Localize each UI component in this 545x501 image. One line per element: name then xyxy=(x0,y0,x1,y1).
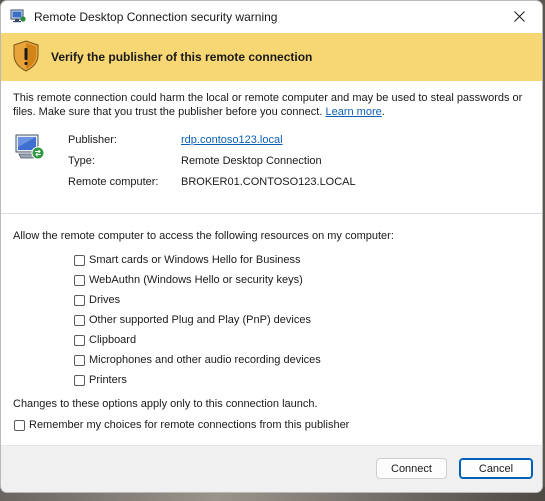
remote-desktop-app-icon xyxy=(10,9,26,23)
learn-more-link[interactable]: Learn more xyxy=(325,106,381,118)
checkbox-box[interactable] xyxy=(14,419,25,431)
resource-checkbox-pnp-devices[interactable]: Other supported Plug and Play (PnP) devi… xyxy=(74,313,311,327)
resource-checkbox-microphones[interactable]: Microphones and other audio recording de… xyxy=(74,353,321,367)
connect-button[interactable]: Connect xyxy=(376,458,447,479)
checkbox-box[interactable] xyxy=(74,314,85,326)
checkbox-box[interactable] xyxy=(74,274,85,286)
warning-end: . xyxy=(381,106,385,118)
checkbox-box[interactable] xyxy=(74,334,85,346)
window-title: Remote Desktop Connection security warni… xyxy=(34,10,278,24)
warning-banner: Verify the publisher of this remote conn… xyxy=(1,33,542,81)
warning-text: This remote connection could harm the lo… xyxy=(13,92,523,118)
checkbox-box[interactable] xyxy=(74,294,85,306)
resource-checkbox-smart-cards[interactable]: Smart cards or Windows Hello for Busines… xyxy=(74,253,301,267)
resource-checkbox-webauthn[interactable]: WebAuthn (Windows Hello or security keys… xyxy=(74,273,303,287)
close-icon xyxy=(513,11,525,22)
resource-checkbox-drives[interactable]: Drives xyxy=(74,293,120,307)
checkbox-label[interactable]: Microphones and other audio recording de… xyxy=(89,354,321,366)
resource-checkbox-clipboard[interactable]: Clipboard xyxy=(74,333,136,347)
security-warning-dialog: Remote Desktop Connection security warni… xyxy=(0,0,543,493)
close-button[interactable] xyxy=(496,1,542,32)
remote-computer-icon xyxy=(15,134,45,160)
checkbox-label[interactable]: Smart cards or Windows Hello for Busines… xyxy=(89,254,301,266)
cancel-button[interactable]: Cancel xyxy=(459,458,533,479)
banner-heading: Verify the publisher of this remote conn… xyxy=(51,50,313,64)
publisher-label: Publisher: xyxy=(68,134,117,146)
resource-checkbox-printers[interactable]: Printers xyxy=(74,373,127,387)
checkbox-label[interactable]: Clipboard xyxy=(89,334,136,346)
warning-message: This remote connection could harm the lo… xyxy=(13,91,531,119)
checkbox-label[interactable]: WebAuthn (Windows Hello or security keys… xyxy=(89,274,303,286)
type-value: Remote Desktop Connection xyxy=(181,155,322,167)
checkbox-label[interactable]: Drives xyxy=(89,294,120,306)
checkbox-box[interactable] xyxy=(74,254,85,266)
checkbox-label[interactable]: Printers xyxy=(89,374,127,386)
checkbox-label[interactable]: Other supported Plug and Play (PnP) devi… xyxy=(89,314,311,326)
checkbox-box[interactable] xyxy=(74,374,85,386)
section-divider xyxy=(1,213,542,214)
checkbox-box[interactable] xyxy=(74,354,85,366)
button-bar: Connect Cancel xyxy=(1,445,542,492)
resources-intro: Allow the remote computer to access the … xyxy=(13,230,394,242)
title-bar: Remote Desktop Connection security warni… xyxy=(1,1,542,32)
remote-computer-label: Remote computer: xyxy=(68,176,159,188)
remote-computer-value: BROKER01.CONTOSO123.LOCAL xyxy=(181,176,356,188)
launch-note: Changes to these options apply only to t… xyxy=(13,398,318,410)
checkbox-label[interactable]: Remember my choices for remote connectio… xyxy=(29,419,349,431)
publisher-link[interactable]: rdp.contoso123.local xyxy=(181,134,283,146)
shield-warning-icon xyxy=(13,40,39,72)
remember-choices-checkbox[interactable]: Remember my choices for remote connectio… xyxy=(14,418,349,432)
type-label: Type: xyxy=(68,155,95,167)
